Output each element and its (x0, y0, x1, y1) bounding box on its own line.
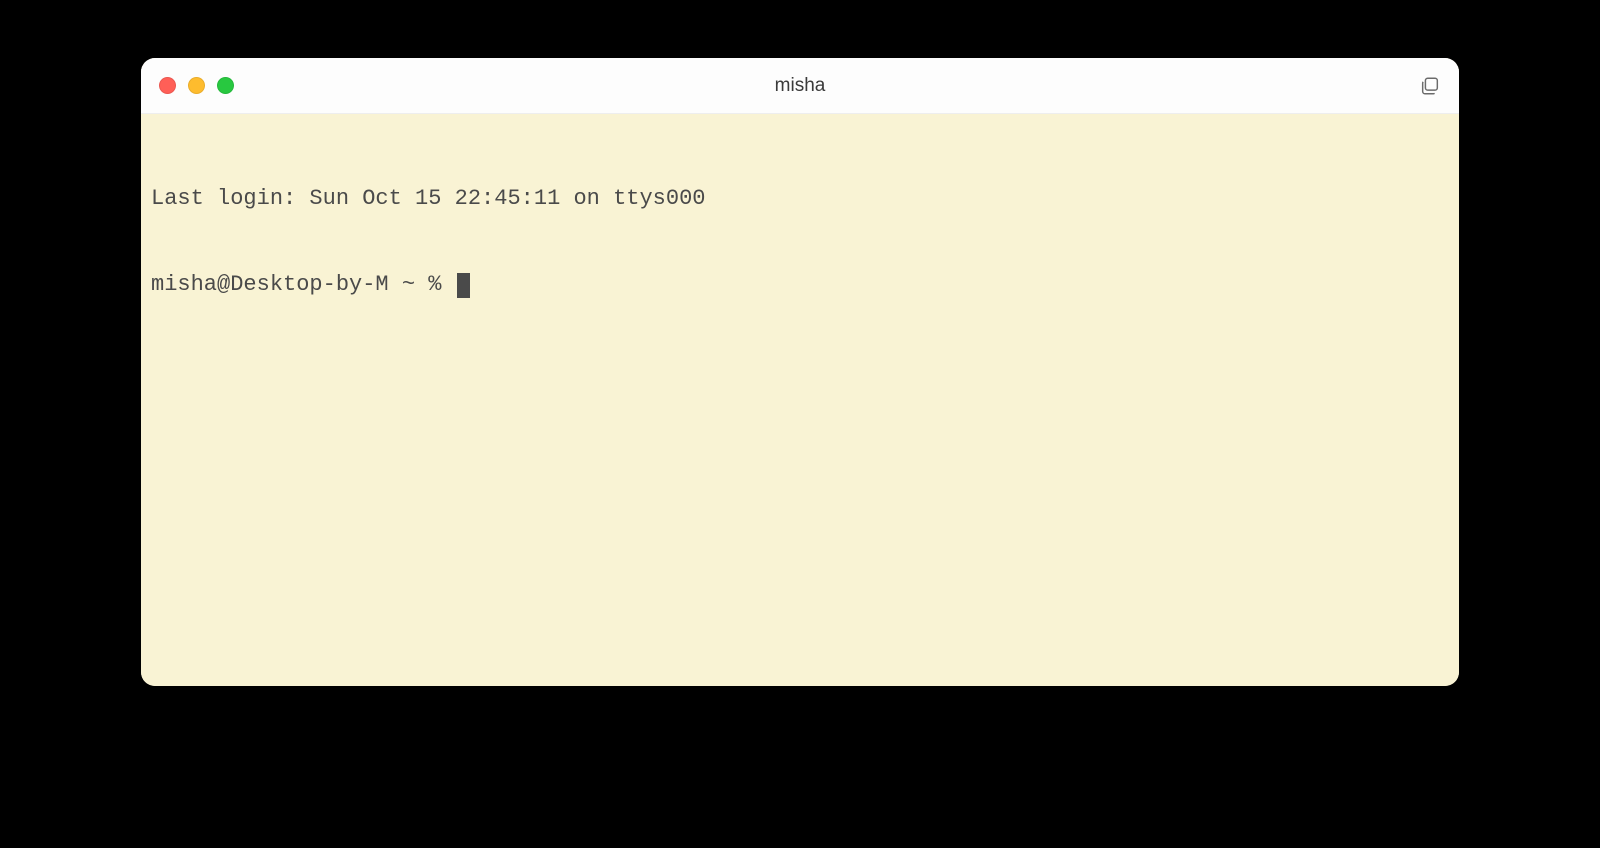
last-login-line: Last login: Sun Oct 15 22:45:11 on ttys0… (151, 185, 1449, 214)
traffic-lights (159, 77, 234, 94)
titlebar-right (1419, 75, 1441, 97)
maximize-button[interactable] (217, 77, 234, 94)
prompt-text: misha@Desktop-by-M ~ % (151, 271, 455, 300)
cursor-icon (457, 273, 470, 298)
prompt-line: misha@Desktop-by-M ~ % (151, 271, 1449, 300)
minimize-button[interactable] (188, 77, 205, 94)
terminal-window: misha Last login: Sun Oct 15 22:45:11 on… (141, 58, 1459, 686)
terminal-body[interactable]: Last login: Sun Oct 15 22:45:11 on ttys0… (141, 114, 1459, 686)
new-tab-icon[interactable] (1419, 75, 1441, 97)
titlebar[interactable]: misha (141, 58, 1459, 114)
window-title: misha (775, 75, 826, 97)
close-button[interactable] (159, 77, 176, 94)
